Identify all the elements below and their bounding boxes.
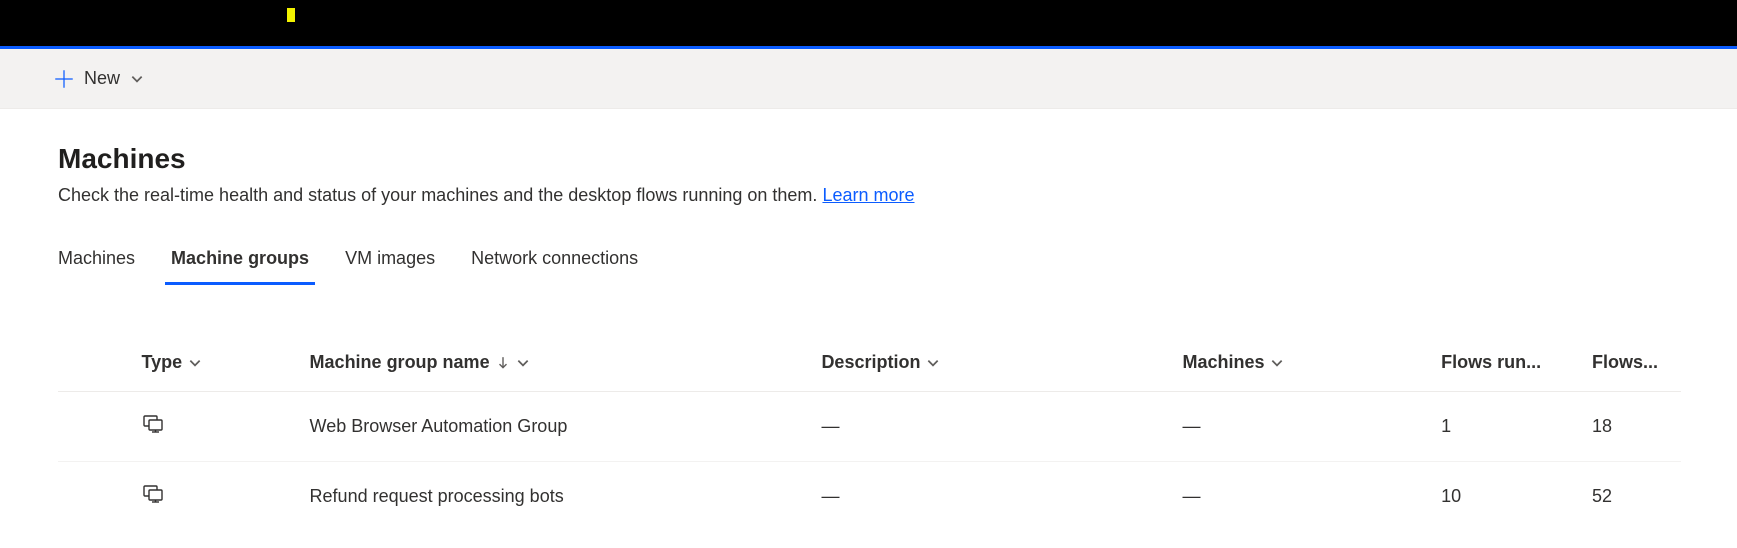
yellow-marker (287, 8, 295, 22)
col-header-description[interactable]: Description (813, 340, 1174, 392)
col-header-name-label: Machine group name (310, 352, 490, 373)
cell-name[interactable]: Refund request processing bots (302, 462, 814, 532)
col-header-flows-queued[interactable]: Flows... (1584, 340, 1681, 392)
plus-icon (54, 69, 74, 89)
col-header-description-label: Description (821, 352, 920, 373)
machine-group-icon (141, 412, 165, 436)
tab-machine-groups[interactable]: Machine groups (171, 248, 309, 283)
col-header-machines[interactable]: Machines (1174, 340, 1433, 392)
page-title: Machines (58, 143, 1681, 175)
table-header-row: Type Machine group name Descrip (58, 340, 1681, 392)
cell-description: — (813, 462, 1174, 532)
chevron-down-icon (130, 72, 144, 86)
cell-machines: — (1174, 392, 1433, 462)
page-content: Machines Check the real-time health and … (0, 109, 1737, 531)
chevron-down-icon (516, 356, 530, 370)
cell-type (133, 392, 301, 462)
subtitle-text: Check the real-time health and status of… (58, 185, 822, 205)
tab-bar: Machines Machine groups VM images Networ… (58, 248, 1681, 284)
machine-group-icon (141, 482, 165, 506)
new-button-label: New (84, 68, 120, 89)
cell-flows-run: 1 (1433, 392, 1584, 462)
chevron-down-icon (188, 356, 202, 370)
chevron-down-icon (1270, 356, 1284, 370)
cell-name[interactable]: Web Browser Automation Group (302, 392, 814, 462)
page-subtitle: Check the real-time health and status of… (58, 185, 1681, 206)
chevron-down-icon (926, 356, 940, 370)
command-bar: New (0, 49, 1737, 109)
col-header-flows-run[interactable]: Flows run... (1433, 340, 1584, 392)
col-header-flows-queued-label: Flows... (1592, 352, 1658, 372)
machine-groups-table: Type Machine group name Descrip (58, 340, 1681, 531)
col-header-type-label: Type (141, 352, 182, 373)
cell-machines: — (1174, 462, 1433, 532)
tab-network-connections[interactable]: Network connections (471, 248, 638, 283)
cell-flows-run: 10 (1433, 462, 1584, 532)
table-row[interactable]: Web Browser Automation Group — — 1 18 (58, 392, 1681, 462)
col-header-name[interactable]: Machine group name (302, 340, 814, 392)
cell-description: — (813, 392, 1174, 462)
col-header-machines-label: Machines (1182, 352, 1264, 373)
col-header-pad (58, 340, 133, 392)
col-header-type[interactable]: Type (133, 340, 301, 392)
arrow-down-icon (496, 356, 510, 370)
table-row[interactable]: Refund request processing bots — — 10 52 (58, 462, 1681, 532)
col-header-flows-run-label: Flows run... (1441, 352, 1541, 372)
tab-vm-images[interactable]: VM images (345, 248, 435, 283)
top-black-bar (0, 0, 1737, 46)
tab-machines[interactable]: Machines (58, 248, 135, 283)
cell-type (133, 462, 301, 532)
cell-flows-queued: 18 (1584, 392, 1681, 462)
learn-more-link[interactable]: Learn more (822, 185, 914, 205)
new-button[interactable]: New (54, 68, 144, 89)
table-wrap: Type Machine group name Descrip (58, 340, 1681, 531)
cell-flows-queued: 52 (1584, 462, 1681, 532)
